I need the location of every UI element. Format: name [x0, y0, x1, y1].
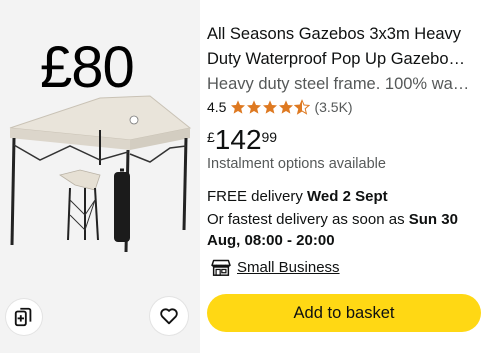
heart-icon	[160, 308, 178, 325]
instalment-text: Instalment options available	[207, 156, 386, 172]
title-line-2: Duty Waterproof Pop Up Gazebo…	[207, 50, 466, 68]
title-line-1: All Seasons Gazebos 3x3m Heavy	[207, 25, 462, 43]
star-icon	[263, 100, 278, 114]
rating-value: 4.5	[207, 99, 227, 115]
product-subtitle: Heavy duty steel frame. 100% wa…	[207, 75, 470, 93]
product-media[interactable]: £80	[0, 0, 200, 353]
product-title[interactable]: All Seasons Gazebos 3x3m Heavy Duty Wate…	[207, 22, 487, 72]
price-symbol: £	[207, 129, 215, 145]
wishlist-button[interactable]	[150, 297, 188, 335]
delivery-date: Wed 2 Sept	[307, 188, 388, 205]
half-star-icon	[294, 99, 311, 115]
product-card[interactable]: £80 All Seasons Gazebos 3x3m Heavy Duty …	[0, 0, 500, 353]
store-icon	[211, 259, 231, 276]
compare-button[interactable]	[6, 299, 42, 335]
price: £ 142 99	[207, 125, 277, 155]
price-whole: 142	[214, 124, 262, 155]
small-business-label: Small Business	[237, 258, 340, 276]
rating[interactable]: 4.5 (3.5K)	[207, 96, 353, 118]
price-fraction: 99	[261, 129, 278, 145]
rating-count: (3.5K)	[314, 99, 353, 115]
small-business-badge[interactable]: Small Business	[211, 258, 340, 276]
delivery-info: FREE delivery Wed 2 Sept	[207, 186, 388, 207]
delivery-prefix: FREE delivery	[207, 188, 308, 205]
compare-icon	[14, 307, 32, 327]
rating-stars	[230, 99, 311, 115]
fastest-prefix: Or fastest delivery as soon as	[207, 211, 409, 228]
star-icon	[247, 100, 262, 114]
star-icon	[279, 100, 294, 114]
product-image[interactable]	[0, 90, 200, 260]
add-to-basket-button[interactable]: Add to basket	[207, 294, 481, 332]
star-icon	[231, 100, 246, 114]
fastest-delivery-info: Or fastest delivery as soon as Sun 30 Au…	[207, 209, 492, 251]
